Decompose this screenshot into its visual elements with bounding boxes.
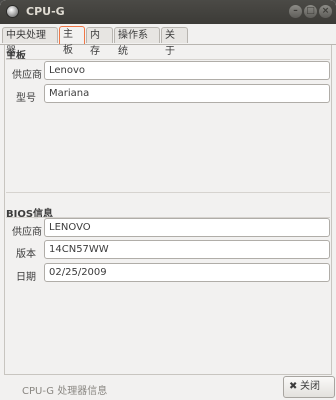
bios-version-field[interactable]: 14CN57WW bbox=[44, 240, 330, 259]
mb-model-field[interactable]: Mariana bbox=[44, 84, 330, 103]
section-separator bbox=[6, 192, 330, 193]
maximize-button[interactable]: □ bbox=[304, 5, 317, 18]
tab-bar: 中央处理器 主板 内存 操作系统 关于 bbox=[0, 24, 336, 57]
window-title: CPU-G bbox=[26, 5, 65, 18]
minimize-button[interactable]: – bbox=[289, 5, 302, 18]
close-icon: ✖ bbox=[289, 381, 298, 392]
mb-vendor-label: 供应商 bbox=[12, 70, 42, 81]
tab-about[interactable]: 关于 bbox=[161, 27, 188, 57]
bios-vendor-label: 供应商 bbox=[12, 227, 42, 238]
bios-version-label: 版本 bbox=[16, 249, 36, 260]
cpu-g-window: CPU-G – □ × 中央处理器 主板 内存 操作系统 关于 主板 供应商 L… bbox=[0, 0, 336, 400]
tab-memory[interactable]: 内存 bbox=[86, 27, 113, 57]
motherboard-divider bbox=[6, 59, 330, 60]
bios-date-field[interactable]: 02/25/2009 bbox=[44, 263, 330, 282]
close-button[interactable]: ✖ 关闭(C) bbox=[283, 376, 335, 398]
close-window-button[interactable]: × bbox=[319, 5, 332, 18]
tab-os[interactable]: 操作系统 bbox=[114, 27, 160, 57]
close-button-label: 关闭(C) bbox=[300, 381, 320, 392]
mb-model-label: 型号 bbox=[16, 93, 36, 104]
tab-cpu[interactable]: 中央处理器 bbox=[2, 27, 58, 57]
tab-motherboard[interactable]: 主板 bbox=[59, 26, 85, 56]
mb-vendor-field[interactable]: Lenovo bbox=[44, 61, 330, 80]
title-bar[interactable]: CPU-G – □ × bbox=[0, 0, 336, 24]
bios-vendor-field[interactable]: LENOVO bbox=[44, 218, 330, 237]
bios-date-label: 日期 bbox=[16, 272, 36, 283]
status-text: CPU-G 处理器信息 bbox=[22, 386, 108, 397]
app-icon bbox=[7, 6, 18, 17]
